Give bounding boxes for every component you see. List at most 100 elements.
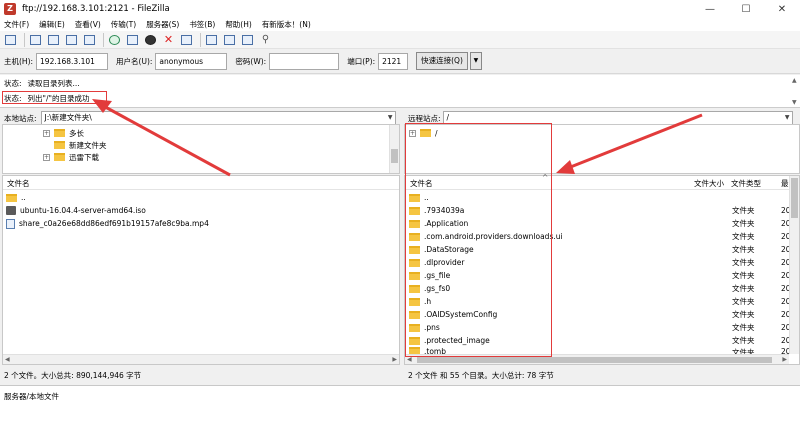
menu-transfer[interactable]: 传输(T): [111, 19, 136, 30]
chevron-down-icon[interactable]: ▼: [785, 112, 790, 124]
list-item[interactable]: ..: [6, 191, 26, 204]
log-status-label: 状态:: [4, 79, 22, 88]
tree-item-label: 新建文件夹: [69, 140, 107, 150]
toolbar-separator: [103, 32, 104, 47]
menu-help[interactable]: 帮助(H): [225, 19, 252, 30]
username-label: 用户名(U):: [116, 56, 153, 66]
scroll-left-arrow-icon[interactable]: ◀: [407, 356, 412, 363]
file-type: 文件夹: [732, 297, 755, 306]
host-label: 主机(H):: [4, 56, 34, 66]
log-scrollbar[interactable]: ▲ ▼: [790, 75, 800, 108]
quickconnect-bar: 主机(H): 192.168.3.101 用户名(U): anonymous 密…: [0, 49, 800, 74]
scrollbar-thumb[interactable]: [391, 149, 398, 163]
list-item[interactable]: ubuntu-16.04.4-server-amd64.iso: [6, 204, 146, 217]
scroll-right-arrow-icon[interactable]: ▶: [782, 356, 787, 363]
quickconnect-history-dropdown[interactable]: ▼: [469, 52, 482, 70]
log-line: 状态: 读取目录列表...: [4, 78, 80, 89]
menu-bar: 文件(F) 编辑(E) 查看(V) 传输(T) 服务器(S) 书签(B) 帮助(…: [0, 18, 800, 31]
folder-icon: [54, 129, 65, 137]
scrollbar-thumb[interactable]: [417, 357, 772, 363]
file-name: ubuntu-16.04.4-server-amd64.iso: [20, 206, 146, 215]
message-log: 状态: 读取目录列表... 状态: 列出"/"的目录成功 ▲ ▼: [0, 75, 800, 108]
filezilla-app-icon: Z: [4, 3, 16, 15]
expand-icon[interactable]: +: [43, 153, 50, 161]
log-message: 读取目录列表...: [27, 79, 80, 88]
folder-icon: [54, 153, 65, 161]
file-type: 文件夹: [732, 284, 755, 293]
menu-new-version[interactable]: 有新版本！(N): [262, 19, 311, 30]
site-manager-icon[interactable]: [3, 32, 18, 47]
port-input[interactable]: 2121: [378, 52, 409, 70]
column-filesize[interactable]: 文件大小: [694, 178, 724, 189]
menu-bookmarks[interactable]: 书签(B): [189, 19, 215, 30]
toggle-queue-icon[interactable]: [82, 32, 97, 47]
remote-list-vscrollbar[interactable]: [789, 176, 799, 354]
menu-edit[interactable]: 编辑(E): [39, 19, 65, 30]
cancel-icon[interactable]: [143, 32, 158, 47]
host-input[interactable]: 192.168.3.101: [36, 52, 109, 70]
local-path-text: J:\新建文件夹\: [44, 113, 92, 122]
scrollbar-thumb[interactable]: [791, 178, 798, 218]
list-item[interactable]: share_c0a26e68dd86edf691b19157afe8c9ba.m…: [6, 217, 209, 230]
filter-icon[interactable]: [204, 32, 219, 47]
tree-item-label: 迅雷下载: [69, 152, 99, 162]
file-type: 文件夹: [732, 310, 755, 319]
sync-browse-icon[interactable]: [240, 32, 255, 47]
queue-column-header[interactable]: 服务器/本地文件: [4, 391, 59, 402]
menu-server[interactable]: 服务器(S): [146, 19, 179, 30]
process-queue-icon[interactable]: [125, 32, 140, 47]
local-directory-tree: + 多长 新建文件夹 + 迅雷下载: [2, 124, 400, 174]
toolbar-separator: [200, 32, 201, 47]
folder-icon: [54, 141, 65, 149]
file-name: share_c0a26e68dd86edf691b19157afe8c9ba.m…: [19, 219, 209, 228]
scroll-left-arrow-icon[interactable]: ◀: [5, 356, 10, 363]
password-input[interactable]: [269, 52, 340, 70]
video-file-icon: [6, 218, 15, 229]
toggle-log-icon[interactable]: [28, 32, 43, 47]
tree-item[interactable]: + 多长: [43, 127, 84, 139]
quickconnect-button[interactable]: 快速连接(Q): [416, 52, 468, 70]
local-status: 2 个文件。大小总共: 890,144,946 字节: [4, 370, 142, 380]
column-filename[interactable]: 文件名: [7, 178, 30, 189]
toolbar: ✕ ⚲: [0, 31, 800, 49]
local-file-list: 文件名 .. ubuntu-16.04.4-server-amd64.iso s…: [2, 175, 400, 365]
local-list-header: 文件名: [3, 176, 399, 190]
local-tree-scrollbar[interactable]: [389, 125, 399, 173]
tree-item[interactable]: 新建文件夹: [54, 139, 107, 151]
password-label: 密码(W):: [235, 56, 267, 66]
menu-file[interactable]: 文件(F): [4, 19, 29, 30]
annotation-box-remote-files: [405, 123, 552, 357]
reconnect-icon[interactable]: [179, 32, 194, 47]
file-type: 文件夹: [732, 336, 755, 345]
file-type: 文件夹: [732, 323, 755, 332]
expand-icon[interactable]: +: [43, 129, 50, 137]
compare-icon[interactable]: [222, 32, 237, 47]
scroll-down-arrow-icon[interactable]: ▼: [792, 99, 797, 106]
column-modified[interactable]: 最: [781, 178, 789, 189]
search-icon[interactable]: ⚲: [258, 32, 273, 47]
local-list-hscrollbar[interactable]: ◀ ▶: [3, 354, 399, 364]
chevron-down-icon[interactable]: ▼: [388, 112, 393, 124]
toggle-remote-tree-icon[interactable]: [64, 32, 79, 47]
scroll-right-arrow-icon[interactable]: ▶: [392, 356, 397, 363]
menu-view[interactable]: 查看(V): [75, 19, 101, 30]
username-input[interactable]: anonymous: [155, 52, 228, 70]
column-filetype[interactable]: 文件类型: [731, 178, 761, 189]
remote-path-text: /: [446, 113, 450, 122]
tree-item[interactable]: + 迅雷下载: [43, 151, 99, 163]
maximize-button[interactable]: ☐: [728, 0, 764, 18]
refresh-icon[interactable]: [107, 32, 122, 47]
disconnect-icon[interactable]: ✕: [161, 32, 176, 47]
window-title: ftp://192.168.3.101:2121 - FileZilla: [22, 4, 170, 14]
scroll-up-arrow-icon[interactable]: ▲: [792, 77, 797, 84]
file-type: 文件夹: [732, 245, 755, 254]
local-path-input[interactable]: J:\新建文件夹\ ▼: [40, 111, 396, 125]
transfer-queue: 服务器/本地文件: [0, 385, 800, 427]
port-label: 端口(P):: [347, 56, 376, 66]
close-button[interactable]: ✕: [764, 0, 800, 18]
minimize-button[interactable]: —: [692, 0, 728, 18]
disc-image-icon: [6, 206, 16, 215]
remote-status: 2 个文件 和 55 个目录。大小总计: 78 字节: [408, 370, 554, 380]
toolbar-separator: [24, 32, 25, 47]
toggle-local-tree-icon[interactable]: [46, 32, 61, 47]
